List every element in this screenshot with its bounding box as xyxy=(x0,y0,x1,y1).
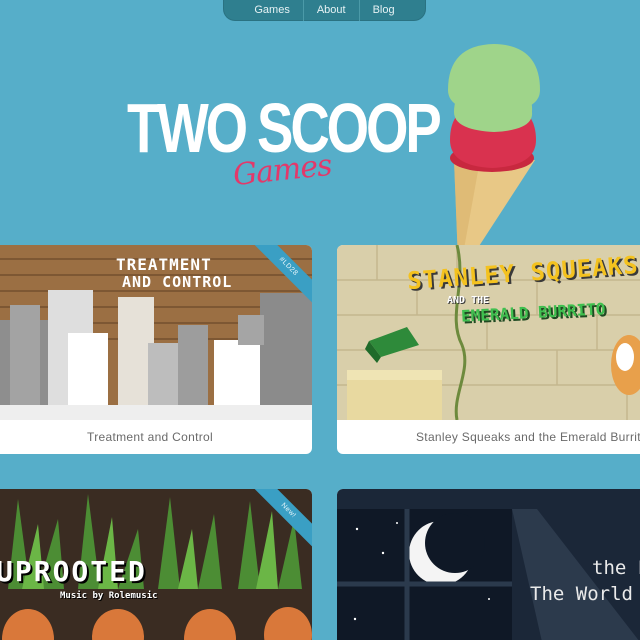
nav-games-link[interactable]: Games xyxy=(241,0,302,21)
game-card-uprooted[interactable]: UPROOTED Music by Rolemusic New! xyxy=(0,489,312,640)
art-title-line1: the L xyxy=(592,557,640,579)
art-title-line2: AND THE xyxy=(447,295,490,306)
game-thumbnail[interactable]: STANLEY SQUEAKS AND THE EMERALD BURRITO xyxy=(337,245,640,420)
top-nav: Games About Blog xyxy=(223,0,426,21)
nav-about-link[interactable]: About xyxy=(302,0,359,21)
game-thumbnail[interactable]: the L The World xyxy=(337,489,640,640)
game-thumbnail[interactable]: TREATMENT AND CONTROL #LD28 xyxy=(0,245,312,420)
game-thumbnail[interactable]: UPROOTED Music by Rolemusic New! xyxy=(0,489,312,640)
nav-blog-link[interactable]: Blog xyxy=(358,0,408,21)
game-card-night[interactable]: the L The World xyxy=(337,489,640,640)
art-title-line1: TREATMENT xyxy=(116,255,212,274)
art-title-line1: UPROOTED xyxy=(0,555,147,588)
game-card-treatment[interactable]: TREATMENT AND CONTROL #LD28 Treatment an… xyxy=(0,245,312,454)
art-title-line2: AND CONTROL xyxy=(122,273,233,291)
art-subtitle: Music by Rolemusic xyxy=(60,591,158,601)
game-title[interactable]: Stanley Squeaks and the Emerald Burrito xyxy=(337,420,640,454)
ice-cream-cone-illustration xyxy=(440,40,550,260)
game-title[interactable]: Treatment and Control xyxy=(0,420,312,454)
game-card-stanley[interactable]: STANLEY SQUEAKS AND THE EMERALD BURRITO … xyxy=(337,245,640,454)
art-title-line2: The World xyxy=(530,583,633,605)
